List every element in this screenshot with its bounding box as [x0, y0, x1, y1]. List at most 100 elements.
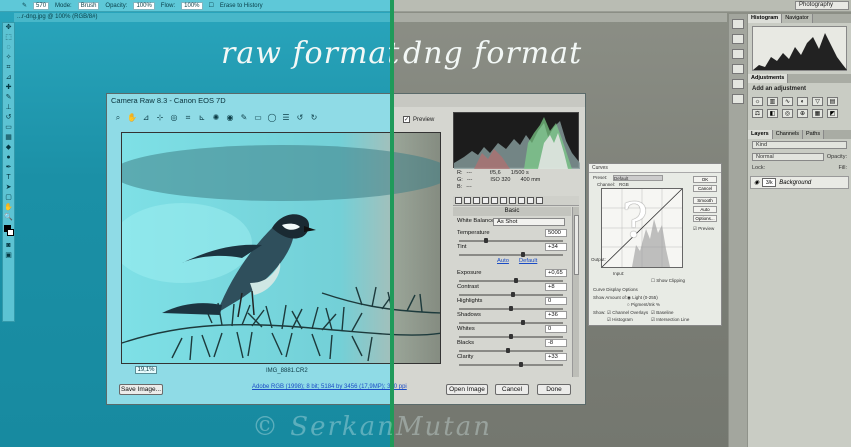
- red-eye-icon[interactable]: ◉: [225, 113, 235, 123]
- curves-cancel-button[interactable]: Cancel: [693, 185, 717, 192]
- preview-checkbox[interactable]: ✓: [403, 116, 410, 123]
- slider-knob[interactable]: [519, 362, 523, 367]
- stamp-tool-icon[interactable]: ⊥: [3, 103, 14, 113]
- move-tool-icon[interactable]: ✥: [3, 23, 14, 33]
- workspace-select[interactable]: Photography: [795, 1, 849, 10]
- workflow-options-link[interactable]: Adobe RGB (1998); 8 bit; 5184 by 3456 (1…: [252, 384, 407, 390]
- camera-calibration-tab-icon[interactable]: [518, 197, 525, 204]
- pen-tool-icon[interactable]: ✒: [3, 163, 14, 173]
- channel-overlays-checkbox[interactable]: ☑ Channel Overlays: [607, 310, 648, 316]
- effects-tab-icon[interactable]: [509, 197, 516, 204]
- histogram-tab[interactable]: Histogram: [748, 14, 783, 23]
- slider-track[interactable]: [459, 254, 563, 256]
- slider-track[interactable]: [459, 280, 563, 282]
- mode-select[interactable]: Brush: [77, 1, 100, 10]
- basic-panel-scrollbar[interactable]: [572, 207, 579, 377]
- curves-options-button[interactable]: Options...: [693, 215, 717, 222]
- history-dock-icon[interactable]: [732, 19, 744, 29]
- zoom-level-select[interactable]: 19,1%: [135, 366, 157, 374]
- healing-tool-icon[interactable]: ✚: [3, 83, 14, 93]
- rotate-left-icon[interactable]: ↺: [295, 113, 305, 123]
- snapshots-tab-icon[interactable]: [536, 197, 543, 204]
- presets-tab-icon[interactable]: [527, 197, 534, 204]
- slider-track[interactable]: [459, 322, 563, 324]
- show-clipping-checkbox[interactable]: ☐ Show Clipping: [651, 278, 685, 284]
- visibility-eye-icon[interactable]: ◉: [754, 179, 759, 186]
- color-sampler-icon[interactable]: ⊹: [155, 113, 165, 123]
- hsl-tab-icon[interactable]: [482, 197, 489, 204]
- zoom-icon[interactable]: ⌕: [113, 113, 123, 123]
- slider-value-field[interactable]: +36: [545, 311, 567, 319]
- slider-knob[interactable]: [509, 334, 513, 339]
- default-link[interactable]: Default: [519, 258, 537, 270]
- character-dock-icon[interactable]: [732, 94, 744, 104]
- detail-tab-icon[interactable]: [473, 197, 480, 204]
- basic-tab-icon[interactable]: [455, 197, 462, 204]
- graduated-filter-icon[interactable]: ▭: [253, 113, 263, 123]
- open-image-button[interactable]: Open Image: [446, 384, 488, 395]
- shape-tool-icon[interactable]: ▢: [3, 193, 14, 203]
- curves-icon[interactable]: ∿: [782, 97, 793, 106]
- color-lookup-icon[interactable]: ▦: [812, 109, 823, 118]
- curves-auto-button[interactable]: Auto: [693, 206, 717, 213]
- straighten-icon[interactable]: ⊾: [197, 113, 207, 123]
- slider-value-field[interactable]: +8: [545, 283, 567, 291]
- dodge-tool-icon[interactable]: ●: [3, 153, 14, 163]
- exposure-icon[interactable]: ◐: [797, 97, 808, 106]
- slider-value-field[interactable]: +33: [545, 353, 567, 361]
- erase-to-history-checkbox[interactable]: ☐: [209, 2, 214, 9]
- save-image-button[interactable]: Save Image...: [119, 384, 163, 395]
- adjustments-tab[interactable]: Adjustments: [748, 74, 789, 83]
- slider-track[interactable]: [459, 364, 563, 366]
- black-white-icon[interactable]: ◧: [767, 109, 778, 118]
- path-select-tool-icon[interactable]: ➤: [3, 183, 14, 193]
- slider-value-field[interactable]: 0: [545, 297, 567, 305]
- document-tab[interactable]: ...r-dng.jpg @ 100% (RGB/8#): [14, 13, 392, 22]
- slider-knob[interactable]: [521, 252, 525, 257]
- cancel-button[interactable]: Cancel: [495, 384, 529, 395]
- photo-filter-icon[interactable]: ◎: [782, 109, 793, 118]
- clone-source-dock-icon[interactable]: [732, 79, 744, 89]
- scrollbar-thumb[interactable]: [574, 215, 579, 275]
- pigment-radio[interactable]: ○ Pigment/Ink %: [627, 302, 660, 307]
- preview-toggle[interactable]: ✓ Preview: [403, 116, 434, 123]
- flow-field[interactable]: 100%: [181, 1, 203, 10]
- type-tool-icon[interactable]: T: [3, 173, 14, 183]
- curves-preview-checkbox[interactable]: ☑ Preview: [693, 226, 714, 232]
- target-adjust-icon[interactable]: ◎: [169, 113, 179, 123]
- crop-icon[interactable]: ⌗: [183, 113, 193, 123]
- rotate-right-icon[interactable]: ↻: [309, 113, 319, 123]
- done-button[interactable]: Done: [537, 384, 571, 395]
- lens-tab-icon[interactable]: [500, 197, 507, 204]
- slider-value-field[interactable]: +34: [545, 243, 567, 251]
- slider-knob[interactable]: [509, 306, 513, 311]
- baseline-checkbox[interactable]: ☑ Baseline: [651, 310, 674, 316]
- vibrance-icon[interactable]: ▽: [812, 97, 823, 106]
- crop-tool-icon[interactable]: ⌗: [3, 63, 14, 73]
- color-swatches-icon[interactable]: [3, 223, 14, 241]
- radial-filter-icon[interactable]: ◯: [267, 113, 277, 123]
- preset-select[interactable]: Default: [613, 175, 663, 181]
- histogram-checkbox[interactable]: ☑ Histogram: [607, 317, 633, 323]
- brightness-icon[interactable]: ☼: [752, 97, 763, 106]
- curves-smooth-button[interactable]: Smooth: [693, 197, 717, 204]
- channel-select[interactable]: RGB: [619, 182, 629, 187]
- white-balance-select[interactable]: As Shot: [493, 218, 565, 226]
- slider-knob[interactable]: [514, 278, 518, 283]
- actions-dock-icon[interactable]: [732, 34, 744, 44]
- brush-tool-icon[interactable]: ✎: [3, 93, 14, 103]
- brush-dock-icon[interactable]: [732, 64, 744, 74]
- slider-value-field[interactable]: 5000: [545, 229, 567, 237]
- paths-tab[interactable]: Paths: [803, 130, 825, 139]
- white-balance-icon[interactable]: ⊿: [141, 113, 151, 123]
- layers-tab[interactable]: Layers: [748, 130, 773, 139]
- invert-icon[interactable]: ◩: [827, 109, 838, 118]
- hand-icon[interactable]: ✋: [127, 113, 137, 123]
- adjustment-brush-icon[interactable]: ✎: [239, 113, 249, 123]
- spot-removal-icon[interactable]: ✺: [211, 113, 221, 123]
- hand-tool-icon[interactable]: ✋: [3, 203, 14, 213]
- slider-knob[interactable]: [484, 238, 488, 243]
- eraser-tool-icon[interactable]: ▭: [3, 123, 14, 133]
- slider-knob[interactable]: [511, 292, 515, 297]
- opacity-field[interactable]: 100%: [133, 1, 155, 10]
